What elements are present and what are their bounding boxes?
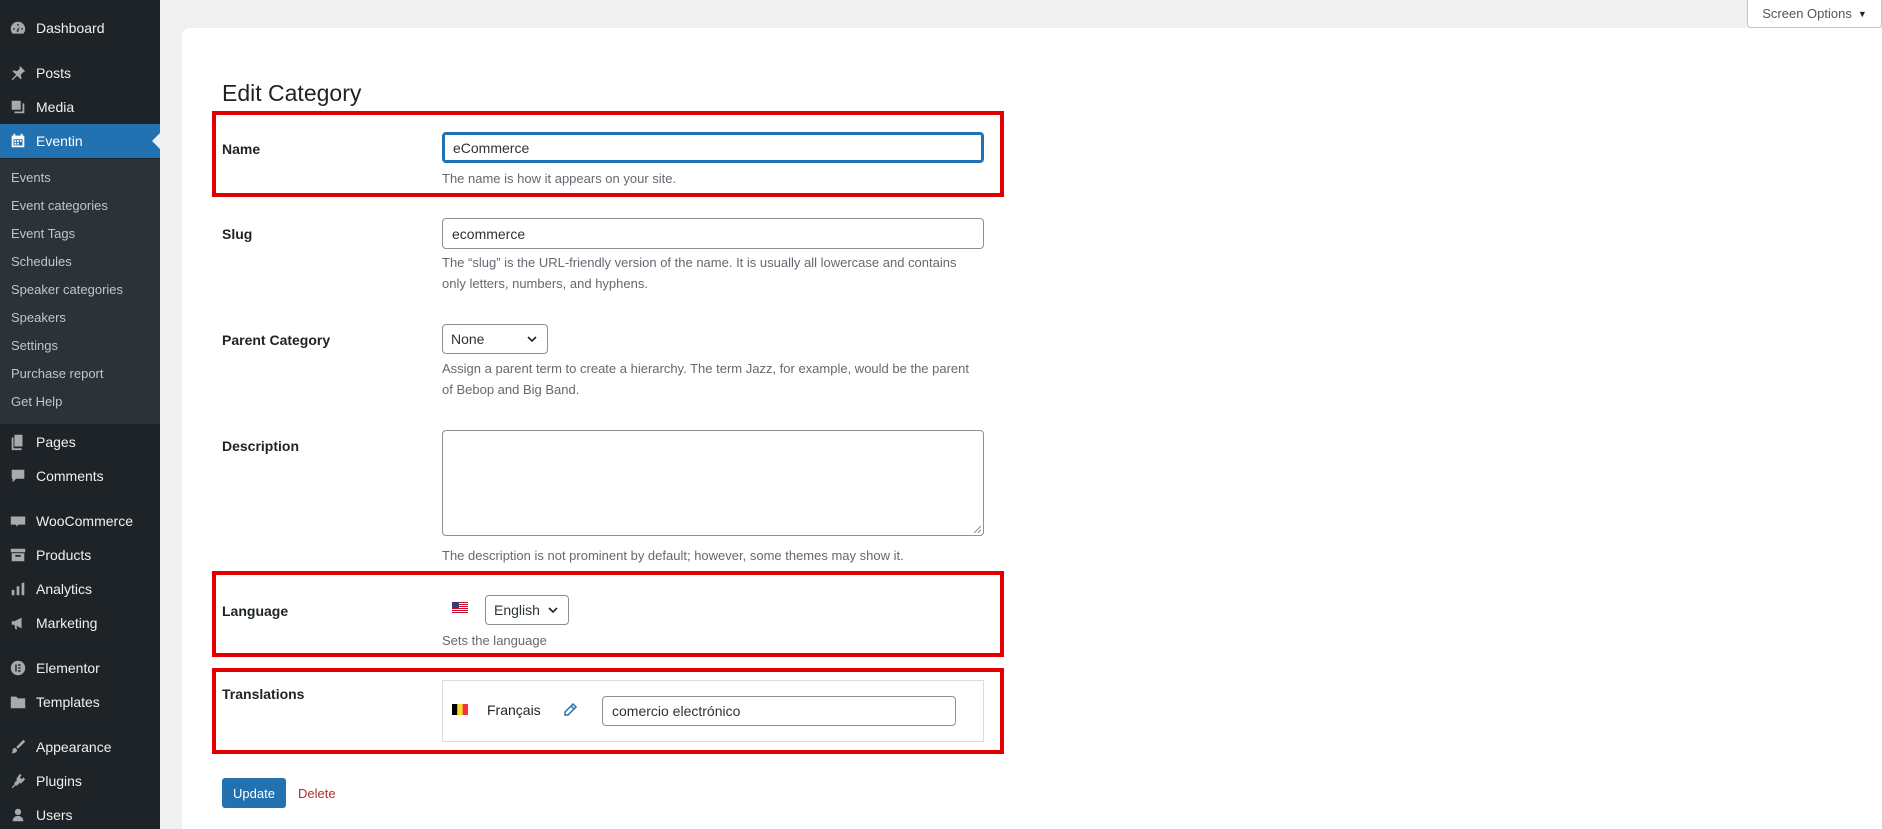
menu-item-products[interactable]: Products xyxy=(0,538,160,572)
menu-label: Comments xyxy=(36,468,104,484)
page-title: Edit Category xyxy=(222,80,362,106)
slug-label: Slug xyxy=(222,226,253,242)
submenu-item-settings[interactable]: Settings xyxy=(11,336,58,356)
brush-icon xyxy=(0,738,36,756)
menu-label: Marketing xyxy=(36,615,98,631)
menu-item-elementor[interactable]: Elementor xyxy=(0,651,160,685)
eventin-submenu: Events Event categories Event Tags Sched… xyxy=(0,159,160,424)
menu-label: Users xyxy=(36,807,73,823)
user-icon xyxy=(0,806,36,824)
submenu-item-purchase-report[interactable]: Purchase report xyxy=(11,364,104,384)
menu-label: Elementor xyxy=(36,660,100,676)
menu-item-media[interactable]: Media xyxy=(0,90,160,124)
menu-item-woocommerce[interactable]: WooCommerce xyxy=(0,504,160,538)
menu-label: Products xyxy=(36,547,92,563)
resize-grip-icon[interactable] xyxy=(973,525,982,534)
menu-label: WooCommerce xyxy=(36,513,133,529)
submenu-item-event-tags[interactable]: Event Tags xyxy=(11,224,75,244)
plugin-icon xyxy=(0,772,36,790)
menu-label: Appearance xyxy=(36,739,112,755)
menu-item-eventin[interactable]: Eventin xyxy=(0,124,160,158)
archive-icon xyxy=(0,546,36,564)
name-help: The name is how it appears on your site. xyxy=(442,171,677,186)
menu-item-comments[interactable]: Comments xyxy=(0,459,160,493)
chevron-down-icon xyxy=(548,607,558,614)
menu-label: Dashboard xyxy=(36,20,105,36)
description-textarea[interactable] xyxy=(442,430,984,536)
menu-item-marketing[interactable]: Marketing xyxy=(0,606,160,640)
menu-item-users[interactable]: Users xyxy=(0,798,160,829)
name-input[interactable]: eCommerce xyxy=(442,132,984,163)
elementor-icon xyxy=(0,659,36,677)
megaphone-icon xyxy=(0,614,36,632)
pages-icon xyxy=(0,433,36,451)
submenu-item-events[interactable]: Events xyxy=(11,168,51,188)
slug-help: The “slug” is the URL-friendly version o… xyxy=(442,255,957,291)
delete-link[interactable]: Delete xyxy=(298,786,336,801)
translations-label: Translations xyxy=(222,686,305,702)
submenu-item-speaker-categories[interactable]: Speaker categories xyxy=(11,280,123,300)
screen-options-label: Screen Options xyxy=(1762,6,1852,21)
menu-item-pages[interactable]: Pages xyxy=(0,425,160,459)
flag-icon xyxy=(452,704,468,715)
slug-input[interactable]: ecommerce xyxy=(442,218,984,249)
screen-options-button[interactable]: Screen Options ▼ xyxy=(1747,0,1882,28)
menu-label: Eventin xyxy=(36,133,83,149)
translation-input[interactable]: comercio electrónico xyxy=(602,696,956,726)
menu-item-dashboard[interactable]: Dashboard xyxy=(0,11,160,45)
menu-item-appearance[interactable]: Appearance xyxy=(0,730,160,764)
menu-label: Analytics xyxy=(36,581,93,597)
menu-label: Media xyxy=(36,99,75,115)
caret-down-icon: ▼ xyxy=(1857,8,1867,19)
submenu-item-speakers[interactable]: Speakers xyxy=(11,308,66,328)
menu-label: Plugins xyxy=(36,773,82,789)
us-flag-icon xyxy=(452,602,468,613)
comment-icon xyxy=(0,467,36,485)
parent-category-label: Parent Category xyxy=(222,332,331,348)
language-select[interactable]: English xyxy=(485,595,569,625)
calendar-icon xyxy=(0,132,36,150)
description-label: Description xyxy=(222,438,300,454)
menu-item-plugins[interactable]: Plugins xyxy=(0,764,160,798)
name-label: Name xyxy=(222,141,261,157)
menu-label: Templates xyxy=(36,694,100,710)
chevron-down-icon xyxy=(527,336,537,343)
pin-icon xyxy=(0,64,36,82)
menu-label: Pages xyxy=(36,434,76,450)
submenu-item-schedules[interactable]: Schedules xyxy=(11,252,72,272)
edit-pencil-icon[interactable] xyxy=(562,702,578,718)
bar-chart-icon xyxy=(0,580,36,598)
menu-label: Posts xyxy=(36,65,72,81)
admin-sidebar: Dashboard Posts Media Eventin Events Eve… xyxy=(0,0,160,829)
parent-category-select[interactable]: None xyxy=(442,324,548,354)
language-value: English xyxy=(494,602,540,618)
translation-language-name: Français xyxy=(487,702,541,718)
language-label: Language xyxy=(222,603,289,619)
woo-icon xyxy=(0,512,36,530)
media-icon xyxy=(0,98,36,116)
submenu-item-get-help[interactable]: Get Help xyxy=(11,392,62,412)
submenu-item-event-categories[interactable]: Event categories xyxy=(11,196,108,216)
description-help: The description is not prominent by defa… xyxy=(442,548,904,563)
parent-category-value: None xyxy=(451,331,485,347)
language-help: Sets the language xyxy=(442,633,547,648)
folder-icon xyxy=(0,693,36,711)
menu-item-posts[interactable]: Posts xyxy=(0,56,160,90)
update-button[interactable]: Update xyxy=(222,778,286,808)
dashboard-icon xyxy=(0,19,36,37)
parent-category-help: Assign a parent term to create a hierarc… xyxy=(442,361,970,397)
menu-item-templates[interactable]: Templates xyxy=(0,685,160,719)
menu-item-analytics[interactable]: Analytics xyxy=(0,572,160,606)
